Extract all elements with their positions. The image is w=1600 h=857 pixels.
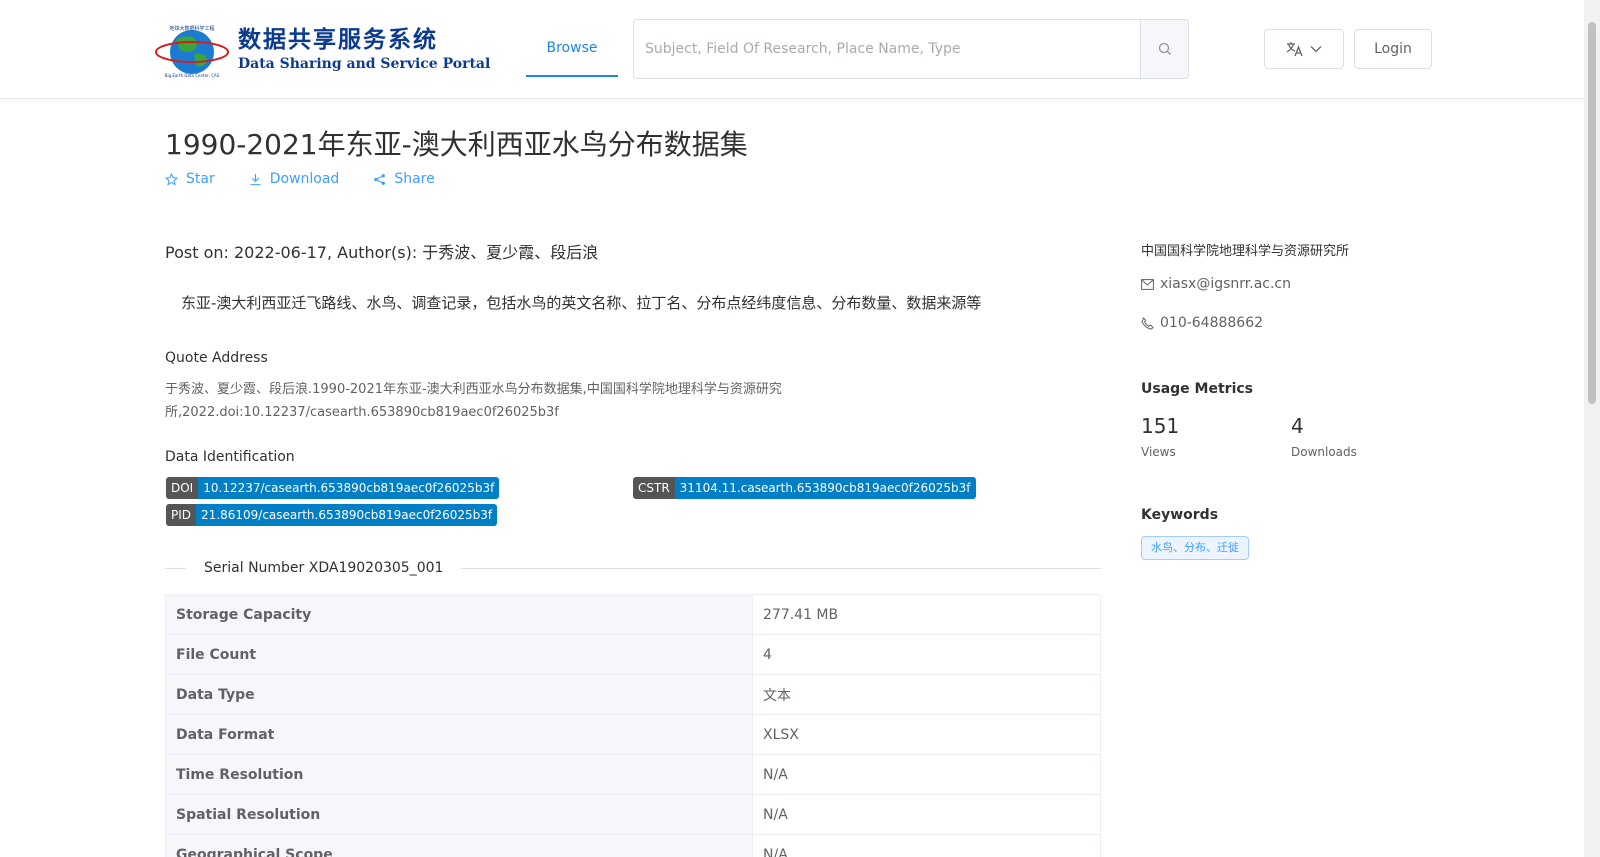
translate-icon (1286, 42, 1303, 57)
serial-number: Serial Number XDA19020305_001 (186, 558, 462, 578)
download-label: Download (269, 171, 340, 187)
dataset-title: 1990-2021年东亚-澳大利西亚水鸟分布数据集 (165, 128, 748, 161)
quote-address-text: 于秀波、夏少霞、段后浪.1990-2021年东亚-澳大利西亚水鸟分布数据集,中国… (165, 382, 782, 420)
star-icon (165, 172, 178, 186)
table-row: Spatial Resolution N/A (165, 794, 1101, 835)
svg-text:Big Earth Data Center, CAS: Big Earth Data Center, CAS (165, 73, 220, 78)
organization-name: 中国国科学院地理科学与资源研究所 (1141, 244, 1350, 259)
star-label: Star (186, 171, 215, 187)
share-button[interactable]: Share (373, 171, 435, 187)
download-icon (250, 173, 261, 185)
row-key: Data Type (165, 674, 753, 715)
table-row: File Count 4 (165, 634, 1101, 675)
pid-badge-value: 21.86109/casearth.653890cb819aec0f26025b… (196, 504, 498, 526)
downloads-count: 4 (1291, 414, 1304, 438)
page-scrollbar[interactable] (1584, 0, 1600, 857)
doi-badge-key: DOI (166, 477, 199, 499)
keyword-tag[interactable]: 水鸟、分布、迁徙 (1141, 536, 1249, 560)
row-key: Time Resolution (165, 754, 753, 795)
contact-email[interactable]: xiasx@igsnrr.ac.cn (1141, 276, 1291, 292)
row-value: 4 (752, 634, 1101, 675)
dataset-info-table: Storage Capacity 277.41 MB File Count 4 Data… (165, 594, 1101, 857)
table-row: Data Type 文本 (165, 674, 1101, 715)
search-button[interactable] (1140, 20, 1188, 78)
usage-metrics-heading: Usage Metrics (1141, 381, 1253, 397)
phone-icon (1141, 316, 1154, 330)
download-button[interactable]: Download (249, 171, 340, 187)
contact-phone: 010-64888662 (1141, 315, 1263, 331)
chevron-down-icon (1310, 46, 1322, 53)
row-value: N/A (752, 834, 1101, 857)
row-value: N/A (752, 754, 1101, 795)
row-key: Geographical Scope (165, 834, 753, 857)
login-button[interactable]: Login (1354, 29, 1432, 69)
doi-badge[interactable]: DOI 10.12237/casearth.653890cb819aec0f26… (166, 477, 500, 499)
share-label: Share (394, 171, 435, 187)
dataset-description: 东亚-澳大利西亚迁飞路线、水鸟、调查记录，包括水鸟的英文名称、拉丁名、分布点经纬… (181, 294, 982, 312)
quote-address-label: Quote Address (165, 350, 268, 366)
data-identification-label: Data Identification (165, 449, 295, 465)
post-meta: Post on: 2022-06-17, Author(s): 于秀波、夏少霞、… (165, 243, 599, 262)
search-bar (633, 19, 1189, 79)
pid-badge[interactable]: PID 21.86109/casearth.653890cb819aec0f26… (166, 504, 498, 526)
cstr-badge-key: CSTR (633, 477, 675, 499)
portal-logo[interactable]: 地球大数据科学工程 Big Earth Data Center, CAS 数据共… (154, 22, 490, 78)
dataset-actions: Star Download Share (165, 171, 435, 187)
row-key: Data Format (165, 714, 753, 755)
views-metric: 151 Views (1141, 413, 1179, 459)
views-label: Views (1141, 445, 1176, 459)
table-row: Storage Capacity 277.41 MB (165, 594, 1101, 635)
logo-title-cn: 数据共享服务系统 (238, 27, 438, 53)
search-icon (1158, 42, 1171, 55)
cstr-badge-value: 31104.11.casearth.653890cb819aec0f26025b… (674, 477, 976, 499)
doi-badge-value: 10.12237/casearth.653890cb819aec0f26025b… (198, 477, 500, 499)
svg-text:地球大数据科学工程: 地球大数据科学工程 (169, 25, 214, 32)
table-row: Time Resolution N/A (165, 754, 1101, 795)
row-key: Spatial Resolution (165, 794, 753, 835)
share-icon (374, 173, 386, 185)
pid-badge-key: PID (166, 504, 197, 526)
language-switch-button[interactable] (1264, 29, 1344, 69)
nav-browse-tab[interactable]: Browse (526, 24, 618, 77)
keywords-heading: Keywords (1141, 507, 1219, 523)
search-input[interactable] (634, 20, 1140, 78)
table-row: Geographical Scope N/A (165, 834, 1101, 857)
row-value: XLSX (752, 714, 1101, 755)
logo-title-en: Data Sharing and Service Portal (238, 56, 491, 72)
downloads-label: Downloads (1291, 445, 1357, 459)
phone-text: 010-64888662 (1160, 315, 1264, 331)
star-button[interactable]: Star (165, 171, 215, 187)
globe-logo-icon: 地球大数据科学工程 Big Earth Data Center, CAS (154, 22, 232, 78)
scrollbar-thumb[interactable] (1588, 22, 1596, 404)
row-key: Storage Capacity (165, 594, 753, 635)
downloads-metric: 4 Downloads (1291, 413, 1357, 459)
row-value: 文本 (752, 674, 1101, 715)
top-header: 地球大数据科学工程 Big Earth Data Center, CAS 数据共… (0, 0, 1584, 99)
row-value: N/A (752, 794, 1101, 835)
email-text: xiasx@igsnrr.ac.cn (1160, 276, 1292, 292)
table-row: Data Format XLSX (165, 714, 1101, 755)
row-key: File Count (165, 634, 753, 675)
views-count: 151 (1141, 414, 1180, 438)
cstr-badge[interactable]: CSTR 31104.11.casearth.653890cb819aec0f2… (633, 477, 976, 499)
mail-icon (1141, 278, 1154, 290)
row-value: 277.41 MB (752, 594, 1101, 635)
